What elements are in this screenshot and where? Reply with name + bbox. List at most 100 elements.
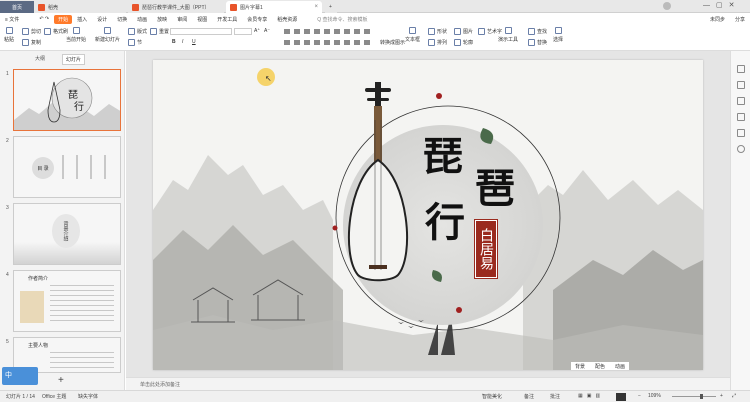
title-char-pi[interactable]: 琵 (423, 124, 463, 182)
sidebar-settings-icon[interactable] (737, 145, 745, 153)
bold-button[interactable]: B (172, 39, 176, 45)
sidebar-backup-icon[interactable] (737, 129, 745, 137)
alignment-tools[interactable] (284, 40, 374, 45)
color-tool[interactable]: 配色 (595, 363, 605, 370)
zoom-slider-handle[interactable] (700, 394, 703, 399)
replace-icon (528, 39, 535, 46)
title-char-xing[interactable]: 行 (425, 190, 465, 248)
zoom-in-icon[interactable]: + (720, 393, 723, 399)
section-button[interactable]: 节 (128, 39, 142, 46)
menu-developer[interactable]: 开发工具 (212, 16, 242, 23)
font-shrink-button[interactable]: A⁻ (264, 28, 270, 34)
play-icon (72, 27, 80, 34)
menu-slideshow[interactable]: 放映 (152, 16, 172, 23)
italic-button[interactable]: I (182, 39, 183, 45)
sidebar-shape-icon[interactable] (737, 65, 745, 73)
label: 当前开始 (66, 37, 87, 43)
label: 转换成图示 (380, 40, 406, 46)
bg-tool[interactable]: 背景 (575, 363, 585, 370)
outline-tab[interactable]: 大纲 (35, 55, 45, 62)
slide-float-toolbar[interactable]: 背景 配色 动画 (571, 362, 630, 370)
view-mode-icons[interactable]: ▦▣▥ (578, 393, 604, 399)
slide-thumb-1[interactable]: 琵 行 (13, 69, 121, 131)
ppt-file-icon (230, 3, 237, 11)
slide-thumb-4[interactable]: 作者简介 (13, 270, 121, 332)
sidebar-style-icon[interactable] (737, 81, 745, 89)
menu-view[interactable]: 视图 (192, 16, 212, 23)
tab-docer[interactable]: 稻壳 (34, 1, 126, 13)
slides-tab[interactable]: 幻灯片 (62, 54, 86, 65)
menu-insert[interactable]: 插入 (72, 16, 92, 23)
ime-floating-bar[interactable]: 中 (2, 367, 38, 385)
slide-thumb-2[interactable]: 目 录 (13, 136, 121, 198)
font-grow-button[interactable]: A⁺ (254, 28, 260, 34)
font-size-select[interactable] (234, 28, 252, 35)
menu-member[interactable]: 会员专享 (242, 16, 272, 23)
comments-toggle[interactable]: 批注 (550, 393, 560, 400)
notes-pane[interactable]: 单击此处添加备注 (126, 377, 730, 390)
svg-text:琵: 琵 (68, 89, 78, 101)
convert-diagram-button[interactable]: 转换成图示 (380, 39, 405, 46)
from-current-button[interactable]: 当前开始 (66, 27, 86, 43)
add-slide-button[interactable]: + (58, 375, 64, 386)
menu-undo-icons[interactable]: ↶ ↷ (34, 16, 54, 22)
paragraph-tools[interactable] (284, 29, 374, 34)
picture-button[interactable]: 图片 (454, 28, 473, 35)
label: I (182, 39, 184, 45)
slide-thumb-3[interactable]: 背景介绍 (13, 203, 121, 265)
ribbon-toolbar: 粘贴 剪切 复制 格式刷 当前开始 新建幻灯片 版式 节 重置 A⁺ A⁻ B … (0, 25, 750, 51)
text-box-button[interactable]: 文本框 (405, 27, 420, 43)
select-button[interactable]: 选择 (553, 27, 563, 43)
copy-button[interactable]: 复制 (22, 39, 41, 46)
find-button[interactable]: 查找 (528, 28, 547, 35)
file-menu[interactable]: ≡ 文件 (0, 16, 24, 23)
menu-design[interactable]: 设计 (92, 16, 112, 23)
section-icon (128, 39, 135, 46)
missing-font-button[interactable]: 缺失字体 (78, 393, 98, 400)
window-controls[interactable]: —▢✕ (703, 1, 740, 9)
zoom-level[interactable]: 109% (648, 393, 661, 399)
menu-animation[interactable]: 动画 (132, 16, 152, 23)
close-tab-icon[interactable]: × (314, 4, 318, 10)
sidebar-animation-icon[interactable] (737, 97, 745, 105)
presentation-tools-button[interactable]: 演示工具 (498, 27, 518, 43)
home-tab[interactable]: 首页 (0, 1, 34, 13)
search-command[interactable]: Q 查找命令、搜索模板 (312, 16, 372, 23)
tab-pipa-ppt[interactable]: 琵琶行教学课件_大图（PPT） (128, 1, 224, 13)
notes-toggle[interactable]: 备注 (524, 393, 534, 400)
unsync-status[interactable]: 未同步 (705, 16, 730, 23)
current-slide[interactable]: 琵 琶 行 白居易 ↖ 背景 配色 动画 (153, 60, 703, 370)
author-seal[interactable]: 白居易 (474, 219, 498, 279)
user-avatar[interactable] (663, 2, 671, 10)
menu-docer[interactable]: 稻壳资源 (272, 16, 302, 23)
share-button[interactable]: 分享 (730, 16, 750, 23)
underline-button[interactable]: U (192, 39, 196, 45)
label: 文本框 (405, 37, 421, 43)
sidebar-property-icon[interactable] (737, 113, 745, 121)
play-slideshow-button[interactable] (616, 393, 626, 401)
fit-window-icon[interactable]: ⤢ (732, 393, 736, 399)
zoom-slider[interactable] (672, 396, 716, 397)
format-painter-button[interactable]: 格式刷 (44, 28, 68, 35)
new-slide-button[interactable]: 新建幻灯片 (95, 27, 120, 43)
thumb-portrait (20, 291, 44, 323)
replace-button[interactable]: 替换 (528, 39, 547, 46)
anim-tool[interactable]: 动画 (615, 363, 625, 370)
zoom-out-icon[interactable]: − (638, 393, 641, 399)
shape-button[interactable]: 形状 (428, 28, 447, 35)
menu-transition[interactable]: 切换 (112, 16, 132, 23)
menu-review[interactable]: 审阅 (172, 16, 192, 23)
smart-beautify-button[interactable]: 智能美化 (482, 393, 502, 400)
cut-button[interactable]: 剪切 (22, 28, 41, 35)
title-char-pa[interactable]: 琶 (475, 156, 515, 214)
menu-home[interactable]: 开始 (54, 14, 73, 24)
layout-button[interactable]: 版式 (128, 28, 147, 35)
paste-button[interactable]: 粘贴 (4, 27, 14, 43)
reset-button[interactable]: 重置 (150, 28, 169, 35)
outline-button[interactable]: 轮廓 (454, 39, 473, 46)
font-name-select[interactable] (170, 28, 232, 35)
tab-image-caption[interactable]: 图片字幕1 × (226, 1, 322, 13)
new-tab-button[interactable]: + (325, 1, 337, 13)
thumb-text-lines (50, 285, 114, 325)
arrange-button[interactable]: 排列 (428, 39, 447, 46)
